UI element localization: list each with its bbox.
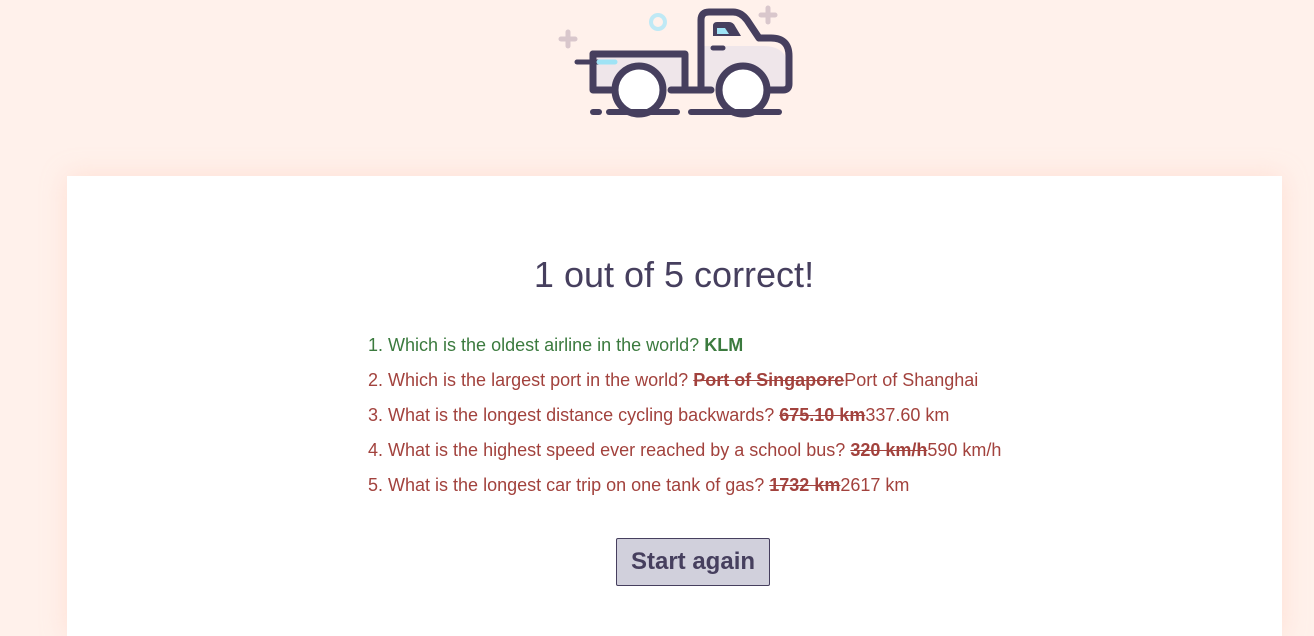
question-text: What is the longest car trip on one tank… [388,475,765,495]
given-answer: 1732 km [769,475,841,495]
question-number: 5. [368,475,384,495]
question-number: 4. [368,440,384,460]
correct-answer: 2617 km [840,475,910,495]
given-answer: 320 km/h [850,440,928,460]
answer-item-1: 1. Which is the oldest airline in the wo… [368,333,1001,368]
given-answer: 675.10 km [779,405,866,425]
question-number: 1. [368,335,384,355]
pickup-truck-icon [558,5,793,118]
question-text: What is the highest speed ever reached b… [388,440,846,460]
given-answer: Port of Singapore [693,370,845,390]
logo [553,4,798,122]
correct-answer: KLM [704,335,744,355]
start-again-button[interactable]: Start again [616,538,770,586]
correct-answer: 590 km/h [927,440,1002,460]
result-title: 1 out of 5 correct! [533,254,815,295]
question-text: Which is the largest port in the world? [388,370,689,390]
answer-item-5: 5. What is the longest car trip on one t… [368,473,1001,508]
answers-list: 1. Which is the oldest airline in the wo… [368,333,1001,508]
question-text: What is the longest distance cycling bac… [388,405,775,425]
answer-item-4: 4. What is the highest speed ever reache… [368,438,1001,473]
correct-answer: Port of Shanghai [844,370,979,390]
answer-item-2: 2. Which is the largest port in the worl… [368,368,1001,403]
question-number: 2. [368,370,384,390]
question-text: Which is the oldest airline in the world… [388,335,700,355]
question-number: 3. [368,405,384,425]
answer-item-3: 3. What is the longest distance cycling … [368,403,1001,438]
correct-answer: 337.60 km [865,405,950,425]
